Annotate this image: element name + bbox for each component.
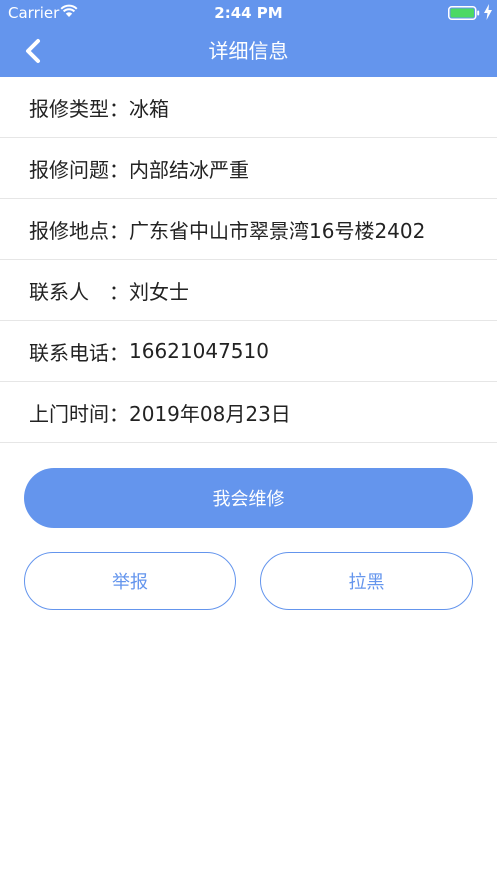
detail-row-visit-time: 上门时间： 2019年08月23日 xyxy=(0,382,497,443)
nav-header: Carrier 2:44 PM 详细信息 xyxy=(0,0,497,77)
detail-row-contact-phone: 联系电话： 16621047510 xyxy=(0,321,497,382)
detail-value: 刘女士 xyxy=(129,279,189,304)
report-button[interactable]: 举报 xyxy=(24,552,236,610)
chevron-left-icon xyxy=(26,39,40,63)
detail-row-contact-person: 联系人 ： 刘女士 xyxy=(0,260,497,321)
detail-label: 报修问题： xyxy=(29,157,129,182)
battery-icon xyxy=(448,6,480,20)
detail-value: 广东省中山市翠景湾16号楼2402 xyxy=(129,218,426,243)
detail-value: 内部结冰严重 xyxy=(129,157,249,182)
repair-button[interactable]: 我会维修 xyxy=(24,468,473,528)
detail-value: 冰箱 xyxy=(129,96,169,121)
detail-label: 上门时间： xyxy=(29,401,129,426)
detail-row-repair-type: 报修类型： 冰箱 xyxy=(0,77,497,138)
detail-list: 报修类型： 冰箱 报修问题： 内部结冰严重 报修地点： 广东省中山市翠景湾16号… xyxy=(0,77,497,443)
detail-row-repair-problem: 报修问题： 内部结冰严重 xyxy=(0,138,497,199)
charging-bolt-icon xyxy=(484,4,492,20)
back-button[interactable] xyxy=(20,36,48,66)
detail-row-repair-location: 报修地点： 广东省中山市翠景湾16号楼2402 xyxy=(0,199,497,260)
detail-label: 报修地点： xyxy=(29,218,129,243)
screen: Carrier 2:44 PM 详细信息 报修类型： 冰箱 报修问题： 内部结冰… xyxy=(0,0,497,883)
detail-label: 报修类型： xyxy=(29,96,129,121)
status-bar: Carrier 2:44 PM xyxy=(0,0,497,26)
detail-value: 16621047510 xyxy=(129,339,269,363)
detail-value: 2019年08月23日 xyxy=(129,401,291,426)
detail-label: 联系电话： xyxy=(29,340,129,365)
status-time: 2:44 PM xyxy=(214,4,283,22)
block-button[interactable]: 拉黑 xyxy=(260,552,473,610)
page-title: 详细信息 xyxy=(208,39,289,63)
detail-label: 联系人 ： xyxy=(29,279,129,304)
